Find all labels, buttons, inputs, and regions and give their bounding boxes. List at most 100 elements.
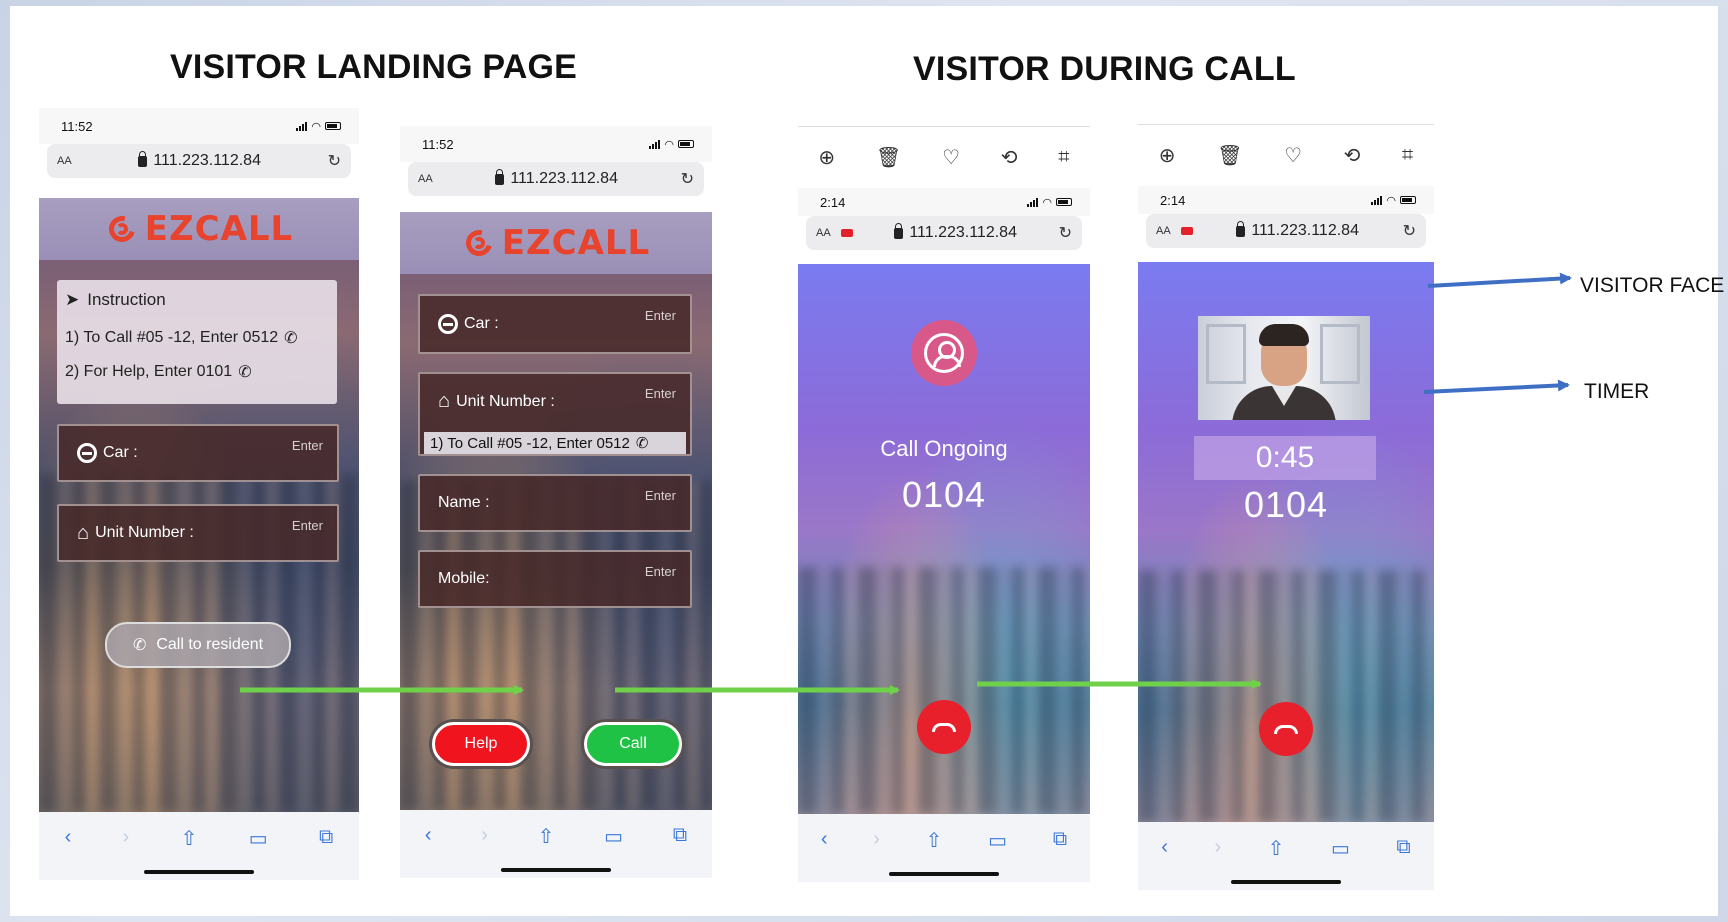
mobile-label: Mobile:: [438, 570, 490, 587]
visitor-face-video: [1198, 316, 1370, 420]
share-icon[interactable]: ⇧: [1268, 836, 1285, 861]
city-backdrop: [798, 566, 1090, 814]
unit-number-field[interactable]: ⌂ Unit Number : Enter: [57, 504, 339, 562]
tabs-icon[interactable]: ⧉: [673, 824, 687, 847]
page-background: EZCALL ➤ Instruction 1) To Call #05 -12, …: [39, 198, 359, 812]
heart-icon[interactable]: ♡: [942, 145, 960, 170]
back-icon[interactable]: ‹: [65, 826, 72, 849]
hang-up-button[interactable]: [1259, 702, 1313, 756]
signal-icon: [1371, 195, 1383, 205]
trash-icon[interactable]: 🗑: [876, 145, 901, 170]
unit-number-hint-text: 1) To Call #05 -12, Enter 0512: [430, 434, 630, 452]
home-indicator: [889, 872, 999, 876]
heart-icon[interactable]: ♡: [1284, 143, 1302, 168]
visitor-hair: [1259, 324, 1309, 346]
share-icon[interactable]: ⇧: [926, 828, 943, 853]
reload-icon[interactable]: ↻: [328, 151, 341, 171]
home-indicator: [144, 870, 254, 874]
phone-icon: ✆: [284, 330, 298, 347]
hang-up-button[interactable]: [917, 700, 971, 754]
enter-hint: Enter: [644, 564, 676, 579]
mobile-field[interactable]: Mobile: Enter: [418, 550, 692, 608]
address-bar[interactable]: AA 111.223.112.84 ↻: [408, 162, 704, 196]
phone-icon: ✆: [132, 637, 147, 654]
bookmarks-icon[interactable]: ▭: [1331, 836, 1350, 861]
rotate-icon[interactable]: ⟲: [1344, 143, 1361, 168]
address-bar[interactable]: AA 111.223.112.84 ↻: [1146, 214, 1426, 248]
status-icons: ◠: [296, 120, 341, 133]
user-icon: [924, 333, 964, 373]
text-size-button[interactable]: AA: [816, 227, 831, 239]
url-text: 111.223.112.84: [153, 152, 261, 169]
help-label: Help: [464, 735, 498, 752]
address-bar[interactable]: AA 111.223.112.84 ↻: [806, 216, 1082, 250]
url-text: 111.223.112.84: [909, 224, 1017, 241]
lock-icon: [138, 150, 148, 167]
crop-icon[interactable]: ⌗: [1402, 144, 1413, 167]
call-to-resident-label: Call to resident: [156, 636, 264, 653]
status-bar: 11:52 ◠: [400, 126, 712, 162]
logo-band: EZCALL: [39, 198, 359, 260]
address-bar[interactable]: AA 111.223.112.84 ↻: [47, 144, 351, 178]
unit-number-label: Unit Number :: [456, 392, 555, 410]
text-size-button[interactable]: AA: [418, 173, 433, 185]
instruction-title: Instruction: [87, 290, 166, 309]
wifi-icon: ◠: [311, 120, 321, 133]
tabs-icon[interactable]: ⧉: [1053, 828, 1067, 851]
car-label: Car :: [103, 444, 138, 461]
end-call-icon: [1274, 724, 1298, 734]
camera-recording-icon: [840, 229, 853, 237]
car-label: Car :: [464, 315, 499, 332]
call-to-resident-button[interactable]: ✆ Call to resident: [105, 622, 291, 668]
call-number: 0104: [1243, 484, 1329, 525]
url-text: 111.223.112.84: [510, 170, 618, 187]
back-icon[interactable]: ‹: [425, 824, 432, 847]
instruction-box: ➤ Instruction 1) To Call #05 -12, Enter 0…: [57, 280, 337, 404]
share-icon[interactable]: ⇧: [538, 824, 555, 849]
page-background: EZCALL Car : Enter ⌂ Unit Number : Enter …: [400, 212, 712, 810]
enter-hint: Enter: [644, 386, 676, 401]
forward-icon[interactable]: ›: [873, 828, 880, 851]
tabs-icon[interactable]: ⧉: [319, 826, 333, 849]
back-icon[interactable]: ‹: [821, 828, 828, 851]
forward-icon[interactable]: ›: [481, 824, 488, 847]
reload-icon[interactable]: ↻: [681, 169, 694, 189]
trash-icon[interactable]: 🗑: [1217, 143, 1242, 168]
lock-icon: [1236, 220, 1246, 237]
car-field[interactable]: Car : Enter: [418, 294, 692, 354]
annotation-visitor-face: VISITOR FACE: [1580, 274, 1725, 297]
text-size-button[interactable]: AA: [57, 155, 72, 167]
phone-icon: ✆: [635, 435, 649, 452]
reload-icon[interactable]: ↻: [1403, 221, 1416, 241]
reload-icon[interactable]: ↻: [1059, 223, 1072, 243]
zoom-icon[interactable]: ⊕: [818, 145, 835, 170]
home-icon: ⌂: [438, 390, 451, 412]
forward-icon[interactable]: ›: [1214, 836, 1221, 859]
bookmarks-icon[interactable]: ▭: [988, 828, 1007, 853]
camera-recording-icon: [1180, 227, 1193, 235]
crop-icon[interactable]: ⌗: [1058, 146, 1069, 169]
arrow-right-icon: ➤: [65, 290, 80, 309]
status-bar: 2:14 ◠: [1138, 186, 1434, 214]
back-icon[interactable]: ‹: [1161, 836, 1168, 859]
call-button[interactable]: Call: [584, 722, 682, 766]
call-background: Call Ongoing 0104: [798, 264, 1090, 814]
bookmarks-icon[interactable]: ▭: [604, 824, 623, 849]
name-field[interactable]: Name : Enter: [418, 474, 692, 532]
tabs-icon[interactable]: ⧉: [1396, 836, 1410, 859]
car-field[interactable]: Car : Enter: [57, 424, 339, 482]
share-icon[interactable]: ⇧: [181, 826, 198, 851]
call-status: Call Ongoing: [880, 436, 1008, 461]
help-button[interactable]: Help: [432, 722, 530, 766]
forward-icon[interactable]: ›: [123, 826, 130, 849]
bookmarks-icon[interactable]: ▭: [249, 826, 268, 851]
logo-text: EZCALL: [144, 209, 294, 249]
rotate-icon[interactable]: ⟲: [1001, 145, 1018, 170]
wifi-icon: ◠: [1042, 196, 1052, 209]
zoom-icon[interactable]: ⊕: [1159, 143, 1176, 168]
wifi-icon: ◠: [1386, 194, 1396, 207]
window-pane: [1320, 324, 1360, 384]
status-icons: ◠: [649, 138, 694, 151]
lock-icon: [495, 168, 505, 185]
text-size-button[interactable]: AA: [1156, 225, 1171, 237]
